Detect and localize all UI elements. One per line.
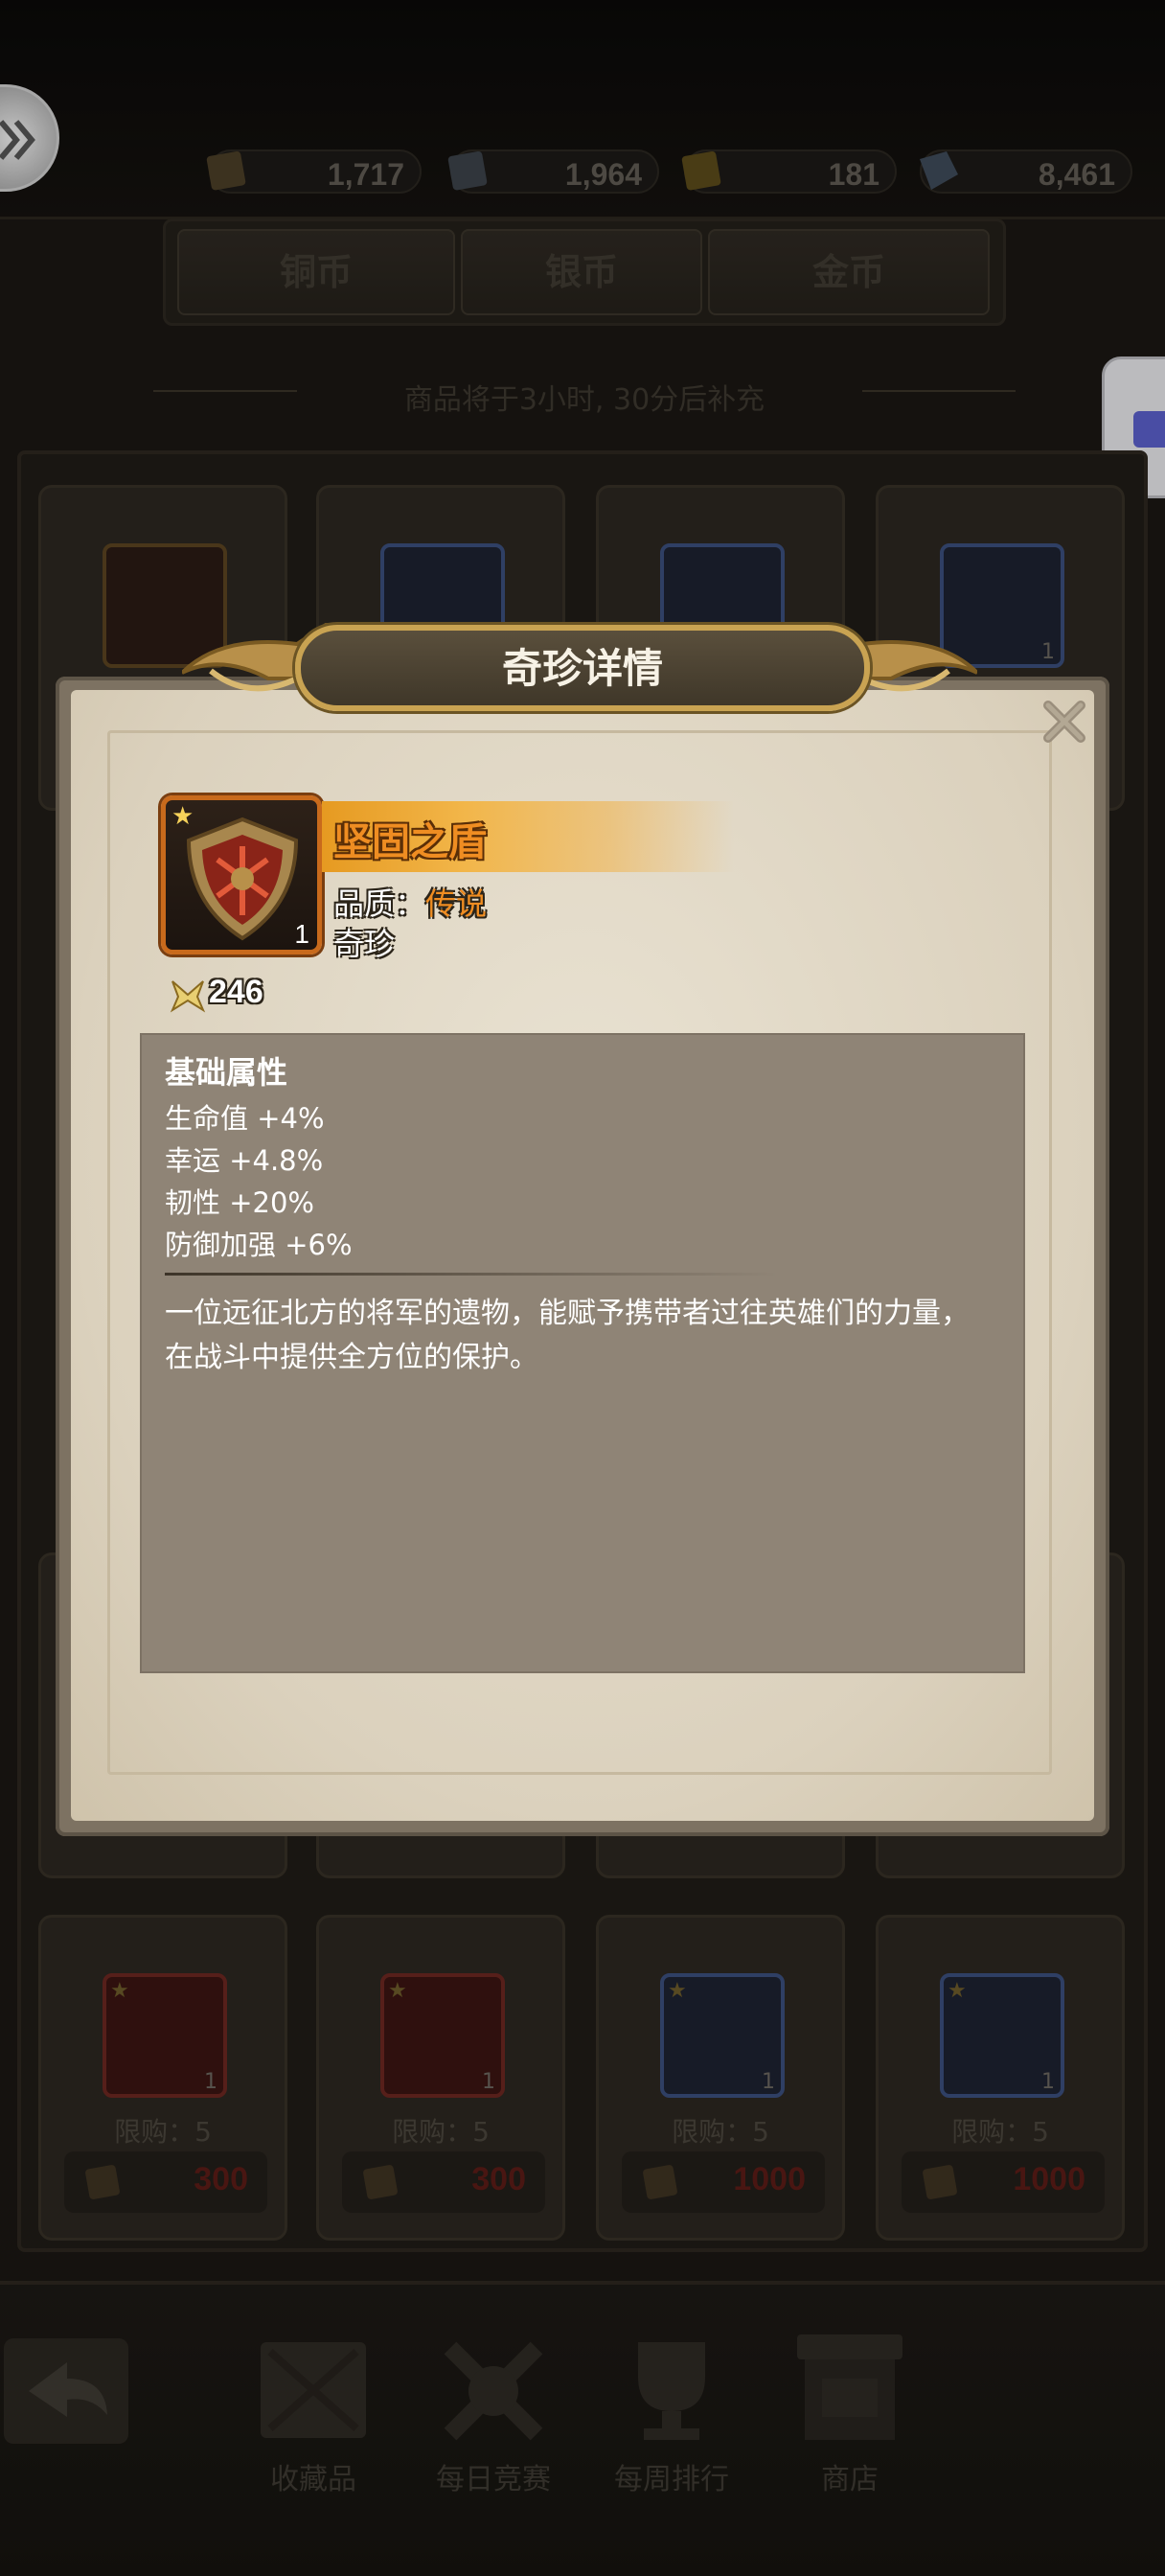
attribute-line: 生命值 +4% bbox=[165, 1102, 325, 1135]
quality-label: 品质： bbox=[333, 886, 426, 922]
shield-icon bbox=[186, 816, 299, 941]
power-value: 246 bbox=[209, 974, 263, 1010]
item-description: 一位远征北方的将军的遗物，能赋予携带者过往英雄们的力量，在战斗中提供全方位的保护… bbox=[165, 1297, 970, 1374]
attribute-line: 幸运 +4.8% bbox=[165, 1144, 324, 1177]
close-button[interactable] bbox=[1039, 696, 1090, 748]
item-icon-frame: ★ 1 bbox=[161, 795, 322, 954]
attributes-heading: 基础属性 bbox=[165, 1054, 288, 1091]
close-icon bbox=[1043, 701, 1085, 743]
attribute-line: 韧性 +20% bbox=[165, 1186, 314, 1219]
item-quantity: 1 bbox=[294, 919, 309, 949]
item-name: 坚固之盾 bbox=[333, 820, 487, 864]
item-quality: 品质：传说 bbox=[333, 880, 487, 924]
treasure-detail-dialog: 奇珍详情 ★ 1 坚固之盾 品质：传说 奇珍 246 基础属性 生命值 +4% … bbox=[0, 0, 1165, 2576]
attribute-line: 防御加强 +6% bbox=[165, 1229, 353, 1261]
quality-value: 传说 bbox=[425, 886, 488, 922]
dialog-title: 奇珍详情 bbox=[501, 645, 663, 692]
star-icon: ★ bbox=[171, 802, 194, 831]
attributes-divider bbox=[165, 1273, 778, 1276]
attributes-panel: 基础属性 生命值 +4% 幸运 +4.8% 韧性 +20% 防御加强 +6% 一… bbox=[140, 1033, 1025, 1673]
item-type: 奇珍 bbox=[333, 926, 396, 962]
power-icon bbox=[170, 980, 206, 1013]
